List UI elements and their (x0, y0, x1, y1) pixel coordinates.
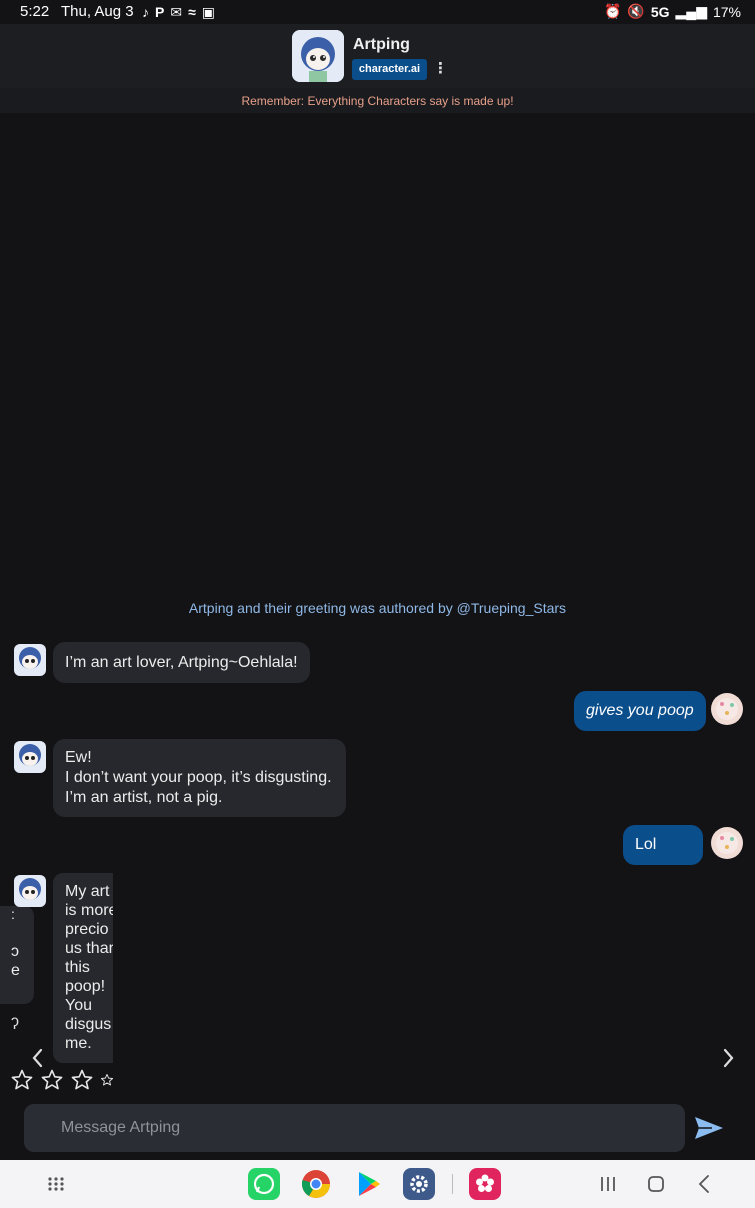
message-line: I’m an art lover, Artping~Oehlala! (65, 654, 298, 671)
flower-app-icon[interactable] (469, 1168, 501, 1200)
message-input[interactable] (24, 1104, 685, 1152)
network-type: 5G (650, 3, 670, 20)
message-line: Ew! (65, 749, 92, 766)
character-avatar[interactable] (292, 30, 344, 82)
settings-icon[interactable] (403, 1168, 435, 1200)
peek-line: ʔ (11, 1016, 19, 1033)
message-line: us thar (65, 940, 113, 957)
peek-line: e (11, 962, 20, 979)
x-mail-icon: ✉ (170, 4, 183, 20)
message-line: I don’t want your poop, it’s disgusting. (65, 769, 332, 786)
message-line: precio (65, 921, 109, 938)
system-nav-bar (0, 1160, 755, 1208)
nav-divider (452, 1174, 453, 1194)
p-app-icon: P (155, 4, 165, 20)
alternate-response-card[interactable]: : ɔ e (0, 906, 34, 1004)
status-bar: 5:22 Thu, Aug 3 ♪ P ✉ ≈ ▣ ⏰ 🔇 5G ▂▄▆ 17% (0, 0, 755, 24)
tiktok-icon: ♪ (142, 4, 149, 20)
message-line: Lol (635, 836, 657, 853)
notification-icons: ♪ P ✉ ≈ ▣ (142, 2, 215, 22)
app-drawer-icon[interactable] (40, 1168, 72, 1200)
star-icon[interactable] (100, 1068, 114, 1092)
more-options-icon[interactable]: ⋮ (433, 59, 448, 79)
whatsapp-icon[interactable] (248, 1168, 280, 1200)
star-icon[interactable] (40, 1068, 64, 1092)
image-icon: ▣ (201, 4, 215, 20)
home-icon[interactable] (640, 1168, 672, 1200)
status-date: Thu, Aug 3 (61, 3, 134, 20)
wifi-icon: ≈ (188, 4, 196, 20)
message-line: My art (65, 883, 110, 900)
rating-stars (10, 1068, 114, 1092)
message-composer (24, 1104, 685, 1152)
user-message: Lol (623, 825, 703, 865)
star-icon[interactable] (70, 1068, 94, 1092)
message-line: You (65, 997, 92, 1014)
message-line: I’m an artist, not a pig. (65, 789, 223, 806)
chat-header: Artping character.ai ⋮ (0, 24, 755, 88)
alarm-icon: ⏰ (603, 3, 622, 19)
recents-icon[interactable] (592, 1168, 624, 1200)
brand-badge[interactable]: character.ai (352, 59, 427, 80)
status-time: 5:22 (20, 3, 50, 20)
chrome-icon[interactable] (300, 1168, 332, 1200)
character-name: Artping (353, 36, 410, 53)
bot-message: I’m an art lover, Artping~Oehlala! (53, 642, 310, 683)
user-avatar[interactable] (711, 827, 743, 859)
message-line: gives you poop (586, 702, 694, 719)
peek-line: : (11, 906, 15, 922)
user-message: gives you poop (574, 691, 706, 731)
user-avatar[interactable] (711, 693, 743, 725)
bot-avatar[interactable] (14, 644, 46, 676)
message-line: is more (65, 902, 113, 919)
mute-icon: 🔇 (627, 3, 645, 19)
signal-icon: ▂▄▆ (675, 3, 707, 19)
message-line: disgus (65, 1016, 112, 1033)
message-line: this (65, 959, 90, 976)
play-store-icon[interactable] (352, 1168, 384, 1200)
status-right: ⏰ 🔇 5G ▂▄▆ 17% (604, 3, 741, 20)
battery-level: 17% (712, 3, 741, 20)
message-line: me. (65, 1035, 92, 1052)
bot-avatar[interactable] (14, 875, 46, 907)
back-icon[interactable] (689, 1168, 721, 1200)
star-icon[interactable] (10, 1068, 34, 1092)
message-line: poop! (65, 978, 106, 995)
peek-line: ɔ (11, 943, 19, 960)
app-root: 5:22 Thu, Aug 3 ♪ P ✉ ≈ ▣ ⏰ 🔇 5G ▂▄▆ 17% (0, 0, 755, 1208)
send-icon[interactable] (692, 1112, 726, 1144)
chevron-right-icon[interactable] (718, 1046, 738, 1070)
bot-message: Ew! I don’t want your poop, it’s disgust… (53, 739, 346, 817)
disclaimer-banner: Remember: Everything Characters say is m… (0, 88, 755, 113)
bot-message: My art is more precio us thar this poop!… (53, 873, 113, 1063)
authored-by-note[interactable]: Artping and their greeting was authored … (0, 600, 755, 616)
bot-avatar[interactable] (14, 741, 46, 773)
chevron-left-icon[interactable] (28, 1046, 48, 1070)
